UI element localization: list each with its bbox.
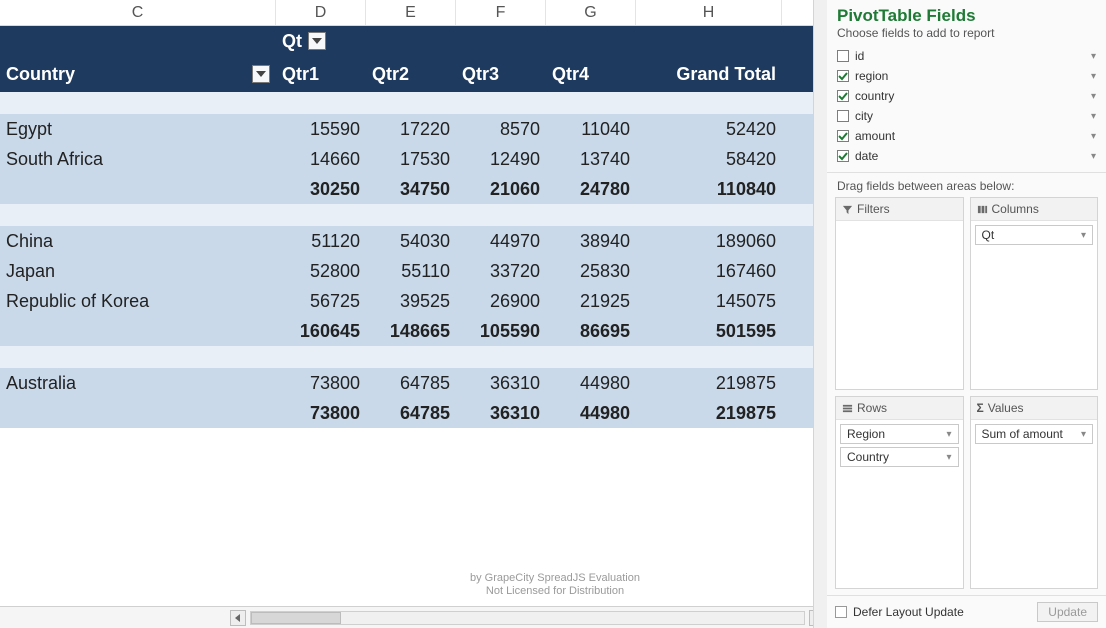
chevron-down-icon[interactable]: ▾ [1091, 131, 1100, 142]
country-filter-button[interactable] [252, 65, 270, 83]
defer-update-label: Defer Layout Update [853, 605, 964, 619]
area-pill-qt[interactable]: Qt ▾ [975, 225, 1094, 245]
chevron-down-icon[interactable]: ▾ [1091, 111, 1100, 122]
scroll-left-button[interactable] [230, 610, 246, 626]
area-pill-country[interactable]: Country ▾ [840, 447, 959, 467]
drag-instructions: Drag fields between areas below: [827, 172, 1106, 197]
checkbox-icon[interactable] [837, 70, 849, 82]
col-header-h[interactable]: H [636, 0, 782, 25]
pivot-table: Qt Country Qtr1 Qtr2 Qtr3 Qtr4 Grand Tot… [0, 26, 825, 606]
panel-footer: Defer Layout Update Update [827, 595, 1106, 628]
horizontal-scrollbar[interactable] [0, 606, 825, 628]
checkbox-icon[interactable] [837, 130, 849, 142]
row-label: Australia [0, 368, 276, 398]
checkbox-icon[interactable] [837, 50, 849, 62]
row-label: South Africa [0, 144, 276, 174]
col-header-c[interactable]: C [0, 0, 276, 25]
panel-title: PivotTable Fields [827, 0, 1106, 26]
row-field-label: Country [6, 64, 75, 85]
field-item-id[interactable]: id ▾ [837, 46, 1100, 66]
columns-icon [977, 204, 988, 215]
chevron-down-icon[interactable]: ▾ [1091, 91, 1100, 102]
pivot-header-row: Country Qtr1 Qtr2 Qtr3 Qtr4 Grand Total [0, 56, 825, 92]
col-header-g[interactable]: G [546, 0, 636, 25]
field-item-region[interactable]: region ▾ [837, 66, 1100, 86]
area-pill-sum-amount[interactable]: Sum of amount ▾ [975, 424, 1094, 444]
chevron-down-icon[interactable]: ▾ [946, 429, 951, 440]
panel-subtitle: Choose fields to add to report [827, 26, 1106, 44]
table-row[interactable]: Australia 73800 64785 36310 44980 219875 [0, 368, 825, 398]
spacer-row [0, 204, 825, 226]
pivottable-fields-panel: PivotTable Fields Choose fields to add t… [826, 0, 1106, 628]
rows-icon [842, 403, 853, 414]
field-item-country[interactable]: country ▾ [837, 86, 1100, 106]
spreadsheet-area: C D E F G H Qt Country Q [0, 0, 826, 628]
values-area[interactable]: Σ Values Sum of amount ▾ [970, 396, 1099, 589]
chevron-down-icon[interactable]: ▾ [1091, 71, 1100, 82]
checkbox-icon[interactable] [837, 150, 849, 162]
sigma-icon: Σ [977, 401, 984, 415]
filter-icon [842, 204, 853, 215]
header-qtr3[interactable]: Qtr3 [456, 56, 546, 92]
header-grand-total[interactable]: Grand Total [636, 56, 782, 92]
row-label: China [0, 226, 276, 256]
column-headers: C D E F G H [0, 0, 825, 26]
header-qtr1[interactable]: Qtr1 [276, 56, 366, 92]
area-pill-region[interactable]: Region ▾ [840, 424, 959, 444]
columns-area[interactable]: Columns Qt ▾ [970, 197, 1099, 390]
table-row[interactable]: Egypt 15590 17220 8570 11040 52420 [0, 114, 825, 144]
vertical-scrollbar[interactable] [813, 0, 827, 628]
col-header-e[interactable]: E [366, 0, 456, 25]
checkbox-icon[interactable] [837, 90, 849, 102]
defer-update-checkbox[interactable] [835, 606, 847, 618]
scroll-track[interactable] [250, 611, 805, 625]
qt-filter-button[interactable] [308, 32, 326, 50]
checkbox-icon[interactable] [837, 110, 849, 122]
field-item-city[interactable]: city ▾ [837, 106, 1100, 126]
filters-area[interactable]: Filters [835, 197, 964, 390]
subtotal-row[interactable]: 30250 34750 21060 24780 110840 [0, 174, 825, 204]
chevron-down-icon[interactable]: ▾ [1081, 230, 1086, 241]
column-field-label: Qt [282, 31, 302, 52]
chevron-down-icon[interactable]: ▾ [946, 452, 951, 463]
chevron-down-icon[interactable]: ▾ [1081, 429, 1086, 440]
col-header-d[interactable]: D [276, 0, 366, 25]
subtotal-row[interactable]: 73800 64785 36310 44980 219875 [0, 398, 825, 428]
field-item-amount[interactable]: amount ▾ [837, 126, 1100, 146]
table-row[interactable]: Republic of Korea 56725 39525 26900 2192… [0, 286, 825, 316]
table-row[interactable]: China 51120 54030 44970 38940 189060 [0, 226, 825, 256]
field-list: id ▾ region ▾ country ▾ city ▾ amount ▾ … [827, 44, 1106, 172]
rows-area[interactable]: Rows Region ▾ Country ▾ [835, 396, 964, 589]
scroll-thumb[interactable] [251, 612, 341, 624]
subtotal-row[interactable]: 160645 148665 105590 86695 501595 [0, 316, 825, 346]
header-qtr4[interactable]: Qtr4 [546, 56, 636, 92]
pivot-column-field-row: Qt [0, 26, 825, 56]
update-button[interactable]: Update [1037, 602, 1098, 622]
col-header-f[interactable]: F [456, 0, 546, 25]
table-row[interactable]: South Africa 14660 17530 12490 13740 584… [0, 144, 825, 174]
row-label: Japan [0, 256, 276, 286]
field-item-date[interactable]: date ▾ [837, 146, 1100, 166]
header-qtr2[interactable]: Qtr2 [366, 56, 456, 92]
areas-grid: Filters Columns Qt ▾ Rows [827, 197, 1106, 595]
table-row[interactable]: Japan 52800 55110 33720 25830 167460 [0, 256, 825, 286]
spacer-row [0, 92, 825, 114]
row-label: Republic of Korea [0, 286, 276, 316]
chevron-down-icon[interactable]: ▾ [1091, 151, 1100, 162]
row-label: Egypt [0, 114, 276, 144]
spacer-row [0, 346, 825, 368]
chevron-down-icon[interactable]: ▾ [1091, 51, 1100, 62]
